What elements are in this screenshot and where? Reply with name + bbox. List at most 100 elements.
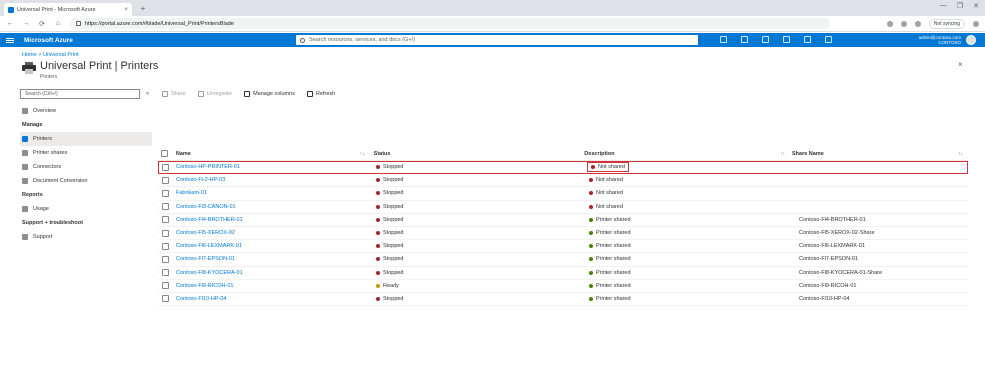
refresh-button[interactable]: Refresh — [306, 91, 335, 97]
command-bar: Share Unregister Manage columns Refresh — [162, 88, 335, 100]
column-header-description[interactable]: Description — [582, 151, 780, 157]
sort-share-icon[interactable]: ↑↓ — [958, 151, 968, 157]
reload-button[interactable]: ⟳ — [38, 20, 46, 28]
nav-search-input[interactable]: Search (Ctrl+/) — [20, 89, 140, 99]
row-select-cell[interactable] — [158, 203, 172, 211]
select-all-checkbox[interactable] — [161, 150, 169, 157]
sidebar-item-connectors[interactable]: Connectors — [20, 160, 152, 174]
sidebar-item-usage[interactable]: Usage — [20, 202, 152, 216]
cloud-shell-icon[interactable] — [720, 36, 727, 43]
column-header-name[interactable]: Name — [172, 151, 360, 157]
table-row[interactable]: Contoso-Fl5-XEROX-02 Stopped Printer share… — [158, 227, 968, 241]
printer-name-link[interactable]: Fabrikam-01 — [172, 190, 362, 196]
back-button[interactable]: ← — [6, 20, 14, 27]
notifications-icon[interactable] — [762, 36, 769, 43]
table-row[interactable]: Contoso-Fl-2-HP-03 Stopped Not shared — [158, 174, 968, 188]
table-row[interactable]: Contoso-Fl9-RICOH-01 Ready Printer shared C… — [158, 280, 968, 293]
address-bar[interactable]: https://portal.azure.com/#blade/Universa… — [70, 18, 830, 29]
table-row[interactable]: Contoso-Fl10-HP-04 Stopped Printer shared C… — [158, 293, 968, 307]
share-name-cell: Contoso-Fl7-EPSON-01 — [799, 256, 858, 263]
avatar[interactable] — [966, 35, 976, 45]
close-tab-icon[interactable]: × — [124, 7, 128, 13]
select-all-cell[interactable] — [158, 150, 172, 157]
settings-gear-icon[interactable] — [783, 36, 790, 43]
maximize-button[interactable]: ❐ — [957, 2, 963, 10]
table-row[interactable]: Contoso-Fl8-KYOCERA-01 Stopped Printer sha… — [158, 267, 968, 280]
collections-icon[interactable] — [914, 20, 921, 27]
table-row[interactable]: Contoso-HP-PRINTER-01 Stopped Not shared — [158, 161, 968, 175]
row-select-cell[interactable] — [158, 282, 172, 290]
row-select-cell[interactable] — [158, 255, 172, 263]
printer-name-link[interactable]: Contoso-Fl8-KYOCERA-01 — [172, 270, 362, 276]
printer-name-link[interactable]: Contoso-Fl6-LEXMARK-01 — [172, 243, 362, 249]
feedback-icon[interactable] — [825, 36, 832, 43]
printer-name-link[interactable]: Contoso-Fl10-HP-04 — [172, 296, 362, 302]
table-row[interactable]: Contoso-Fl7-EPSON-01 Stopped Printer share… — [158, 253, 968, 267]
row-checkbox[interactable] — [161, 216, 169, 224]
row-select-cell[interactable] — [158, 163, 172, 171]
column-header-status[interactable]: Status — [370, 151, 583, 157]
column-header-share-name[interactable]: Share Name — [790, 151, 958, 157]
manage-columns-button[interactable]: Manage columns — [244, 91, 295, 97]
minimize-button[interactable]: — — [940, 2, 947, 10]
sidebar-item-printers[interactable]: Printers — [20, 132, 152, 146]
row-select-cell[interactable] — [158, 189, 172, 197]
home-button[interactable]: ⌂ — [54, 20, 62, 27]
row-checkbox[interactable] — [161, 163, 169, 171]
share-button[interactable]: Share — [162, 91, 186, 97]
profile-button[interactable]: Not syncing — [928, 18, 965, 29]
row-select-cell[interactable] — [158, 242, 172, 250]
row-checkbox[interactable] — [161, 176, 169, 184]
row-checkbox[interactable] — [161, 203, 169, 211]
row-checkbox[interactable] — [161, 255, 169, 263]
printer-name-link[interactable]: Contoso-HP-PRINTER-01 — [172, 164, 362, 170]
row-checkbox[interactable] — [161, 189, 169, 197]
close-window-button[interactable]: ✕ — [973, 2, 979, 10]
more-icon[interactable] — [973, 20, 979, 27]
row-checkbox[interactable] — [161, 242, 169, 250]
sidebar-item-document-conversion[interactable]: Document Conversion — [20, 174, 152, 188]
sort-name-icon[interactable]: ↑↓ — [360, 151, 370, 157]
status-text: Stopped — [383, 230, 404, 237]
help-icon[interactable] — [804, 36, 811, 43]
close-blade-button[interactable]: × — [958, 60, 963, 69]
star-icon[interactable] — [886, 20, 893, 27]
forward-button[interactable]: → — [22, 20, 30, 27]
printer-name-link[interactable]: Contoso-Fl4-BROTHER-01 — [172, 217, 362, 223]
breadcrumb[interactable]: Home > Universal Print — [22, 52, 79, 58]
sidebar-item-printer-shares[interactable]: Printer shares — [20, 146, 152, 160]
sidebar-item-support[interactable]: Support — [20, 230, 152, 244]
row-checkbox[interactable] — [161, 269, 169, 277]
browser-tab[interactable]: Universal Print - Microsoft Azure × — [4, 3, 132, 16]
printer-name-link[interactable]: Contoso-Fl5-XEROX-02 — [172, 230, 362, 236]
row-select-cell[interactable] — [158, 229, 172, 237]
row-select-cell[interactable] — [158, 176, 172, 184]
extension-icon[interactable] — [900, 20, 907, 27]
account-info[interactable]: admin@contoso.com CONTOSO — [895, 35, 961, 45]
page-title: Universal Print | Printers — [40, 60, 158, 72]
sidebar-item-overview[interactable]: Overview — [20, 104, 152, 118]
global-search-input[interactable]: Search resources, services, and docs (G+… — [296, 35, 698, 45]
row-select-cell[interactable] — [158, 295, 172, 303]
row-checkbox[interactable] — [161, 282, 169, 290]
table-row[interactable]: Contoso-Fl4-BROTHER-01 Stopped Printer sha… — [158, 214, 968, 227]
printer-name-link[interactable]: Contoso-Fl3-CANON-01 — [172, 204, 362, 210]
printer-name-link[interactable]: Contoso-Fl-2-HP-03 — [172, 177, 362, 183]
table-row[interactable]: Contoso-Fl6-LEXMARK-01 Stopped Printer sha… — [158, 240, 968, 254]
table-row[interactable]: Contoso-Fl3-CANON-01 Stopped Not shared — [158, 201, 968, 214]
row-checkbox[interactable] — [161, 295, 169, 303]
collapse-nav-button[interactable]: « — [146, 91, 149, 97]
portal-brand[interactable]: Microsoft Azure — [24, 37, 73, 44]
menu-icon[interactable] — [6, 37, 14, 43]
row-select-cell[interactable] — [158, 216, 172, 224]
directory-filter-icon[interactable] — [741, 36, 748, 43]
row-select-cell[interactable] — [158, 269, 172, 277]
printer-name-link[interactable]: Contoso-Fl9-RICOH-01 — [172, 283, 362, 289]
row-checkbox[interactable] — [161, 229, 169, 237]
sort-description-icon[interactable]: ↑↓ — [780, 151, 790, 157]
printer-name-link[interactable]: Contoso-Fl7-EPSON-01 — [172, 256, 362, 262]
table-row[interactable]: Fabrikam-01 Stopped Not shared — [158, 187, 968, 201]
description-text: Not shared — [596, 203, 623, 210]
new-tab-button[interactable]: + — [138, 4, 148, 14]
unregister-button[interactable]: Unregister — [197, 91, 232, 97]
